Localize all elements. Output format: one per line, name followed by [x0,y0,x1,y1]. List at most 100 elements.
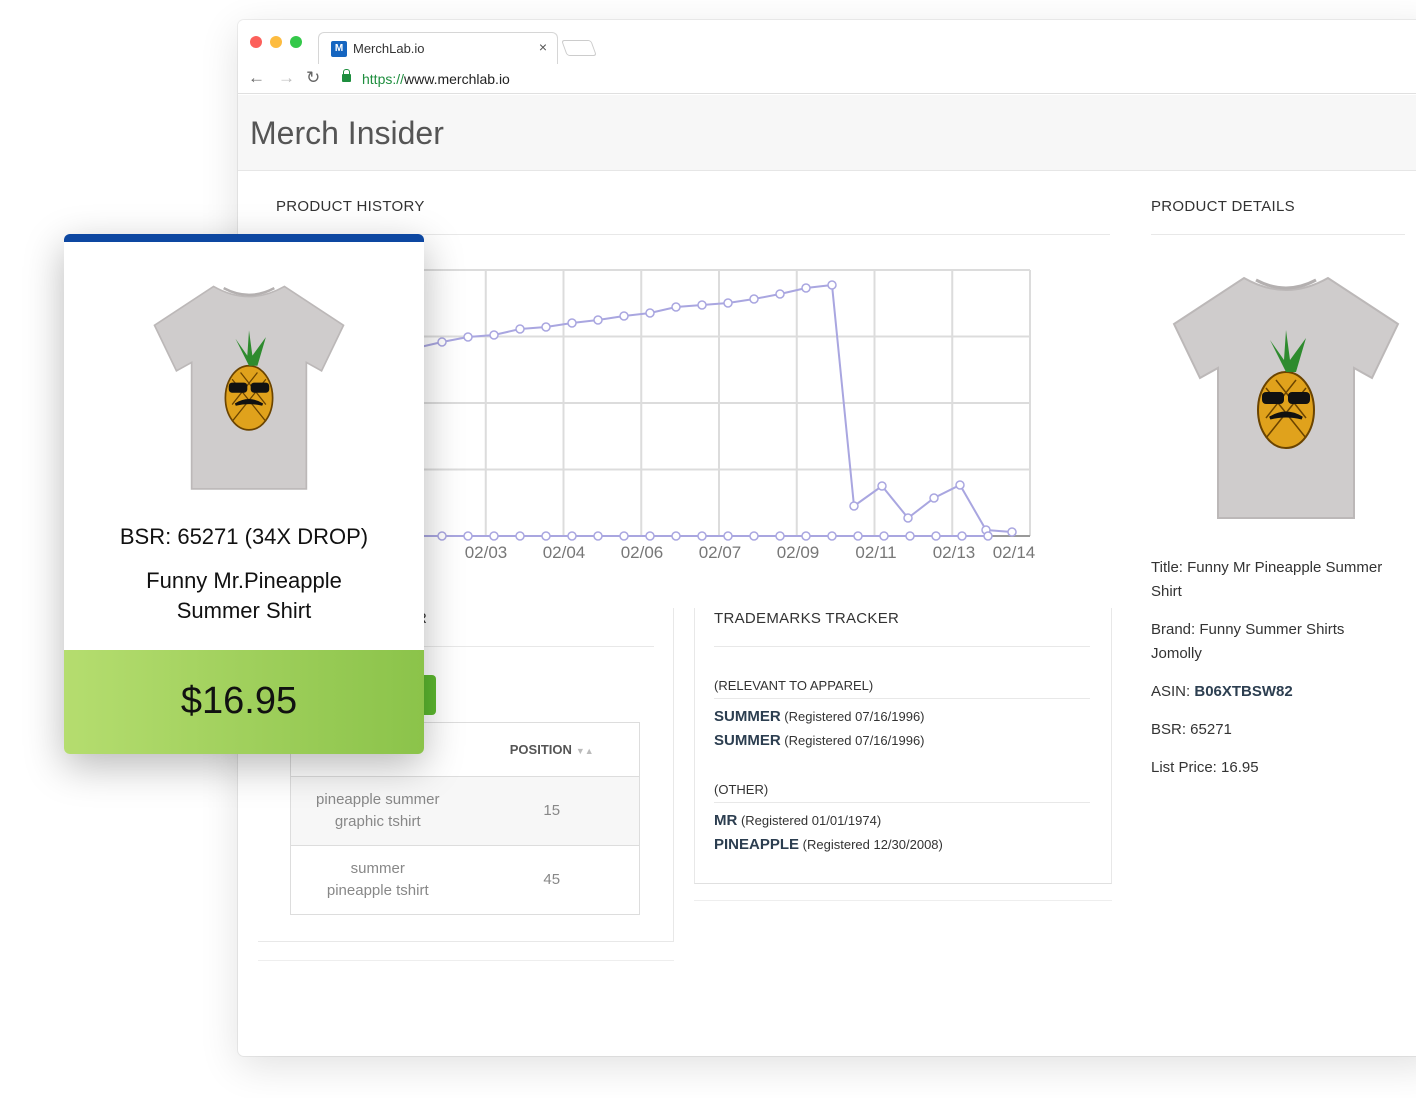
baseline-point [749,531,759,541]
baseline-point [905,531,915,541]
keyword-cell: pineapple summer graphic tshirt [290,776,465,846]
bsr-point [489,330,499,340]
x-tick-label: 02/13 [933,543,976,562]
bsr-series-line [415,283,1013,533]
other-label: (OTHER) [714,782,769,797]
baseline-point [645,531,655,541]
position-cell: 45 [464,845,640,915]
product-details-divider [1151,234,1405,235]
trademark-reg: (Registered 01/01/1974) [740,813,882,828]
browser-titlebar: M MerchLab.io × [238,20,1416,64]
trademark-item: PINEAPPLE (Registered 12/30/2008) [714,836,943,853]
bsr-point [1007,527,1017,537]
reload-icon[interactable]: ↻ [306,68,320,88]
sort-arrows-icon[interactable]: ▼▲ [576,746,594,756]
maximize-window-button[interactable] [290,36,302,48]
back-arrow-icon[interactable]: ← [248,68,265,88]
url-scheme: https:// [362,71,405,87]
product-history-title: PRODUCT HISTORY [276,198,425,215]
trademark-mark: MR [714,812,738,829]
card-bsr: BSR: 65271 (34X DROP) [119,524,369,549]
bsr-point [645,308,655,318]
card-price: $16.95 [180,680,298,722]
baseline-point [619,531,629,541]
baseline-point [593,531,603,541]
x-tick-label: 02/06 [621,543,664,562]
minimize-window-button[interactable] [270,36,282,48]
x-tick-label: 02/04 [543,543,586,562]
lock-icon [342,69,351,82]
baseline-point [853,531,863,541]
trademark-mark: SUMMER [714,732,781,749]
table-row: pineapple summer graphic tshirt 15 [290,776,640,846]
bsr-point [775,289,785,299]
forward-arrow-icon[interactable]: → [278,68,295,88]
card-product-image [153,285,345,490]
baseline-point [515,531,525,541]
detail-title: Title: Funny Mr Pineapple Summer Shirt [1151,559,1383,600]
baseline-point [801,531,811,541]
new-tab-button[interactable] [561,40,597,56]
bsr-point [723,298,733,308]
baseline-point [983,531,993,541]
card-top-bar [64,234,424,242]
bsr-point [437,337,447,347]
address-bar[interactable]: https://www.merchlab.io [362,71,510,87]
product-image [1172,276,1400,519]
baseline-point [957,531,967,541]
browser-tab[interactable]: M MerchLab.io × [318,32,558,64]
trademarks-title: TRADEMARKS TRACKER [714,610,900,627]
keyword-cell: summer pineapple tshirt [290,845,465,915]
app-title: Merch Insider [250,115,444,151]
baseline-point [827,531,837,541]
bsr-point [515,324,525,334]
bsr-point [593,315,603,325]
baseline-point [697,531,707,541]
product-details-title: PRODUCT DETAILS [1151,198,1295,215]
bsr-point [619,311,629,321]
browser-navbar: ← → ↻ https://www.merchlab.io [238,64,1416,94]
baseline-point [463,531,473,541]
close-tab-icon[interactable]: × [539,39,547,55]
x-tick-label: 02/11 [855,543,896,562]
position-column-header[interactable]: POSITION ▼▲ [464,722,640,777]
position-cell: 15 [464,776,640,846]
trademark-reg: (Registered 07/16/1996) [784,709,925,724]
tshirt-graphic [1172,276,1400,519]
relevant-label: (RELEVANT TO APPAREL) [714,678,874,693]
bsr-point [671,302,681,312]
close-window-button[interactable] [250,36,262,48]
card-product-title: Funny Mr.Pineapple Summer Shirt [146,568,342,623]
x-tick-label: 02/09 [777,543,820,562]
baseline-point [567,531,577,541]
trademark-mark: SUMMER [714,708,781,725]
position-header-label: POSITION [509,742,572,757]
bsr-point [849,501,859,511]
trademarks-divider [714,646,1090,647]
bsr-point [463,332,473,342]
bsr-point [955,480,965,490]
card-price-bar: $16.95 [64,650,424,754]
bsr-point [827,280,837,290]
bsr-point [697,300,707,310]
chart-x-axis: 02/03 02/04 02/06 02/07 02/09 02/11 02/13 02/14 [465,543,1036,562]
bsr-point [801,283,811,293]
detail-price: List Price: 16.95 [1151,759,1259,776]
merchlab-favicon-icon: M [331,41,347,57]
trademark-mark: PINEAPPLE [714,836,800,853]
baseline-point [775,531,785,541]
table-row: summer pineapple tshirt 45 [290,845,640,915]
chart-series [411,280,1017,541]
baseline-point [489,531,499,541]
bsr-point [929,493,939,503]
detail-asin: ASIN: B06XTBSW82 [1151,680,1391,704]
trademark-item: SUMMER (Registered 07/16/1996) [714,732,925,749]
product-card[interactable]: BSR: 65271 (34X DROP) Funny Mr.Pineapple… [64,234,424,754]
bsr-point [749,294,759,304]
panel-shadow-line [258,960,674,961]
x-tick-label: 02/14 [993,543,1036,562]
panel-shadow-line [694,900,1112,901]
baseline-point [879,531,889,541]
detail-bsr: BSR: 65271 [1151,721,1232,738]
